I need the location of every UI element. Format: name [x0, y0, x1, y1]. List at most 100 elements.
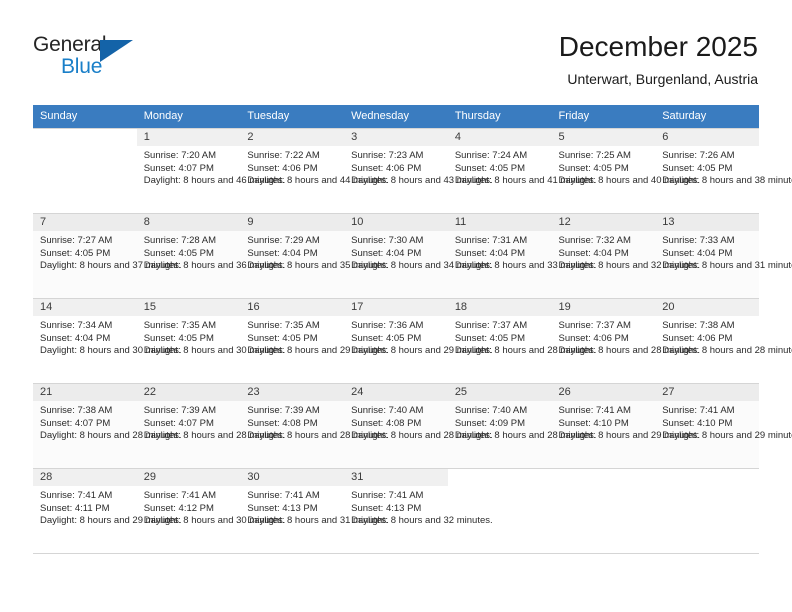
- calendar-day-cell[interactable]: 2 Sunrise: 7:22 AM Sunset: 4:06 PM Daylight…: [240, 128, 389, 214]
- sunset-text: Sunset: 4:07 PM: [40, 417, 111, 429]
- calendar-day-cell[interactable]: 26 Sunrise: 7:41 AM Sunset: 4:10 PM Dayligh…: [551, 383, 701, 469]
- sunrise-text: Sunrise: 7:24 AM: [454, 150, 528, 161]
- sunset-text: Sunset: 4:04 PM: [558, 247, 629, 259]
- calendar-day-cell[interactable]: 5 Sunrise: 7:25 AM Sunset: 4:05 PM Daylight…: [551, 128, 701, 214]
- calendar-day-cell[interactable]: 22 Sunrise: 7:39 AM Sunset: 4:07 PM Dayligh…: [136, 383, 286, 469]
- daylight-text: Daylight: 8 hours and 28 minutes.: [454, 430, 597, 442]
- calendar-day-cell[interactable]: 20 Sunrise: 7:38 AM Sunset: 4:06 PM Dayligh…: [655, 298, 792, 384]
- calendar-day-cell[interactable]: 9 Sunrise: 7:29 AM Sunset: 4:04 PM Daylight…: [240, 213, 389, 299]
- day-sun-info: Sunrise: 7:32 AM Sunset: 4:04 PM Daylight:…: [552, 231, 701, 273]
- logo-text-blue: Blue: [61, 55, 103, 78]
- sunset-text: Sunset: 4:05 PM: [454, 332, 526, 344]
- daylight-text: Daylight: 8 hours and 28 minutes.: [143, 430, 286, 442]
- daylight-text: Daylight: 8 hours and 28 minutes.: [351, 430, 493, 442]
- day-sun-info: Sunrise: 7:36 AM Sunset: 4:05 PM Daylight:…: [344, 316, 493, 358]
- day-cell-inner: 19 Sunrise: 7:37 AM Sunset: 4:06 PM Dayligh…: [551, 299, 701, 383]
- calendar-day-cell[interactable]: 8 Sunrise: 7:28 AM Sunset: 4:05 PM Daylight…: [136, 213, 286, 299]
- page-title: December 2025: [558, 31, 758, 62]
- calendar-day-cell[interactable]: 18 Sunrise: 7:37 AM Sunset: 4:05 PM Dayligh…: [447, 298, 596, 384]
- day-number: 26: [551, 384, 656, 401]
- sunrise-text: Sunrise: 7:36 AM: [351, 320, 424, 331]
- calendar-day-cell[interactable]: 1 Sunrise: 7:20 AM Sunset: 4:07 PM Daylight…: [136, 128, 285, 214]
- day-cell-inner: 9 Sunrise: 7:29 AM Sunset: 4:04 PM Daylight…: [240, 214, 389, 298]
- calendar-day-cell[interactable]: 17 Sunrise: 7:36 AM Sunset: 4:05 PM Dayligh…: [344, 298, 493, 384]
- sunset-text: Sunset: 4:09 PM: [454, 417, 526, 429]
- daylight-text: Daylight: 8 hours and 34 minutes.: [351, 260, 493, 272]
- sunset-text: Sunset: 4:10 PM: [662, 417, 733, 429]
- calendar-day-cell[interactable]: 27 Sunrise: 7:41 AM Sunset: 4:10 PM Dayligh…: [655, 383, 792, 469]
- calendar-day-cell[interactable]: 11 Sunrise: 7:31 AM Sunset: 4:04 PM Dayligh…: [447, 213, 596, 299]
- day-number: 20: [655, 299, 759, 316]
- sunset-text: Sunset: 4:04 PM: [247, 247, 318, 259]
- calendar-day-cell[interactable]: 10 Sunrise: 7:30 AM Sunset: 4:04 PM Dayligh…: [344, 213, 493, 299]
- calendar-day-cell[interactable]: 13 Sunrise: 7:33 AM Sunset: 4:04 PM Dayligh…: [655, 213, 792, 299]
- day-cell-inner: 1 Sunrise: 7:20 AM Sunset: 4:07 PM Daylight…: [136, 129, 285, 213]
- daylight-text: Daylight: 8 hours and 40 minutes.: [558, 175, 701, 187]
- day-sun-info: Sunrise: 7:35 AM Sunset: 4:05 PM Daylight:…: [137, 316, 286, 358]
- day-number: 16: [240, 299, 345, 316]
- calendar-day-cell[interactable]: 7 Sunrise: 7:27 AM Sunset: 4:05 PM Daylight…: [33, 213, 182, 299]
- sunrise-text: Sunrise: 7:32 AM: [558, 235, 631, 246]
- day-sun-info: Sunrise: 7:28 AM Sunset: 4:05 PM Daylight:…: [137, 231, 286, 273]
- day-number: 10: [344, 214, 448, 231]
- day-sun-info: Sunrise: 7:37 AM Sunset: 4:06 PM Daylight:…: [552, 316, 701, 358]
- day-cell-inner: 2 Sunrise: 7:22 AM Sunset: 4:06 PM Daylight…: [240, 129, 389, 213]
- blue-triangle-icon: [100, 40, 133, 62]
- logo-text-general: General: [33, 33, 107, 56]
- day-number: 28: [33, 469, 137, 486]
- calendar-day-cell[interactable]: 15 Sunrise: 7:35 AM Sunset: 4:05 PM Dayligh…: [136, 298, 286, 384]
- day-cell-inner: 31 Sunrise: 7:41 AM Sunset: 4:13 PM Dayligh…: [344, 469, 493, 553]
- sunrise-text: Sunrise: 7:39 AM: [247, 405, 320, 416]
- daylight-text: Daylight: 8 hours and 28 minutes.: [558, 345, 701, 357]
- calendar-day-cell[interactable]: 21 Sunrise: 7:38 AM Sunset: 4:07 PM Dayligh…: [33, 383, 182, 469]
- calendar-day-cell[interactable]: 23 Sunrise: 7:39 AM Sunset: 4:08 PM Dayligh…: [240, 383, 389, 469]
- day-cell-inner: 26 Sunrise: 7:41 AM Sunset: 4:10 PM Dayligh…: [551, 384, 701, 468]
- calendar-day-cell[interactable]: 3 Sunrise: 7:23 AM Sunset: 4:06 PM Daylight…: [344, 128, 493, 214]
- weekday-header-friday: Friday: [551, 105, 656, 129]
- sunset-text: Sunset: 4:12 PM: [143, 502, 214, 514]
- day-sun-info: Sunrise: 7:26 AM Sunset: 4:05 PM Daylight:…: [655, 146, 792, 188]
- day-sun-info: Sunrise: 7:41 AM Sunset: 4:10 PM Daylight:…: [655, 401, 792, 443]
- day-number: 13: [655, 214, 759, 231]
- day-cell-inner: 15 Sunrise: 7:35 AM Sunset: 4:05 PM Dayligh…: [136, 299, 286, 383]
- day-cell-inner: 29 Sunrise: 7:41 AM Sunset: 4:12 PM Dayligh…: [136, 469, 286, 553]
- calendar-day-cell[interactable]: 25 Sunrise: 7:40 AM Sunset: 4:09 PM Dayligh…: [447, 383, 597, 469]
- calendar-day-cell[interactable]: 14 Sunrise: 7:34 AM Sunset: 4:04 PM Dayligh…: [33, 298, 182, 384]
- calendar-day-cell[interactable]: 12 Sunrise: 7:32 AM Sunset: 4:04 PM Dayligh…: [551, 213, 701, 299]
- daylight-text: Daylight: 8 hours and 30 minutes.: [143, 515, 286, 527]
- day-number: 6: [655, 129, 759, 146]
- day-sun-info: Sunrise: 7:22 AM Sunset: 4:06 PM Daylight:…: [240, 146, 389, 188]
- calendar-day-cell[interactable]: 24 Sunrise: 7:40 AM Sunset: 4:08 PM Dayligh…: [344, 383, 493, 469]
- calendar-day-cell[interactable]: 30 Sunrise: 7:41 AM Sunset: 4:13 PM Dayligh…: [240, 468, 389, 554]
- day-number: 23: [240, 384, 345, 401]
- day-sun-info: Sunrise: 7:39 AM Sunset: 4:07 PM Daylight:…: [137, 401, 286, 443]
- daylight-text: Daylight: 8 hours and 28 minutes.: [662, 345, 792, 357]
- sunset-text: Sunset: 4:06 PM: [662, 332, 733, 344]
- sunrise-text: Sunrise: 7:35 AM: [143, 320, 217, 331]
- calendar-day-cell[interactable]: 16 Sunrise: 7:35 AM Sunset: 4:05 PM Dayligh…: [240, 298, 389, 384]
- calendar-day-cell[interactable]: 28 Sunrise: 7:41 AM Sunset: 4:11 PM Dayligh…: [33, 468, 182, 554]
- day-number: 9: [240, 214, 345, 231]
- calendar-day-cell[interactable]: 31 Sunrise: 7:41 AM Sunset: 4:13 PM Dayligh…: [344, 468, 493, 554]
- day-number: [655, 469, 759, 486]
- calendar-empty-cell: [551, 468, 656, 554]
- logo[interactable]: General Blue: [33, 33, 153, 85]
- daylight-text: Daylight: 8 hours and 35 minutes.: [247, 260, 389, 272]
- calendar-day-cell[interactable]: 6 Sunrise: 7:26 AM Sunset: 4:05 PM Daylight…: [655, 128, 792, 214]
- day-number: 4: [447, 129, 552, 146]
- daylight-text: Daylight: 8 hours and 29 minutes.: [558, 430, 701, 442]
- day-sun-info: Sunrise: 7:41 AM Sunset: 4:10 PM Daylight:…: [552, 401, 701, 443]
- calendar-empty-cell: [655, 468, 759, 554]
- day-number: 29: [136, 469, 241, 486]
- calendar-day-cell[interactable]: 19 Sunrise: 7:37 AM Sunset: 4:06 PM Dayligh…: [551, 298, 701, 384]
- calendar-day-cell[interactable]: 29 Sunrise: 7:41 AM Sunset: 4:12 PM Dayligh…: [136, 468, 286, 554]
- day-number: 12: [551, 214, 656, 231]
- sunset-text: Sunset: 4:06 PM: [247, 162, 318, 174]
- day-number: 24: [344, 384, 448, 401]
- sunrise-text: Sunrise: 7:41 AM: [662, 405, 735, 416]
- calendar-day-cell[interactable]: 4 Sunrise: 7:24 AM Sunset: 4:05 PM Daylight…: [447, 128, 596, 214]
- day-cell-inner: 28 Sunrise: 7:41 AM Sunset: 4:11 PM Dayligh…: [33, 469, 182, 553]
- daylight-text: Daylight: 8 hours and 30 minutes.: [143, 345, 286, 357]
- sunset-text: Sunset: 4:06 PM: [558, 332, 629, 344]
- weekday-header-thursday: Thursday: [447, 105, 552, 129]
